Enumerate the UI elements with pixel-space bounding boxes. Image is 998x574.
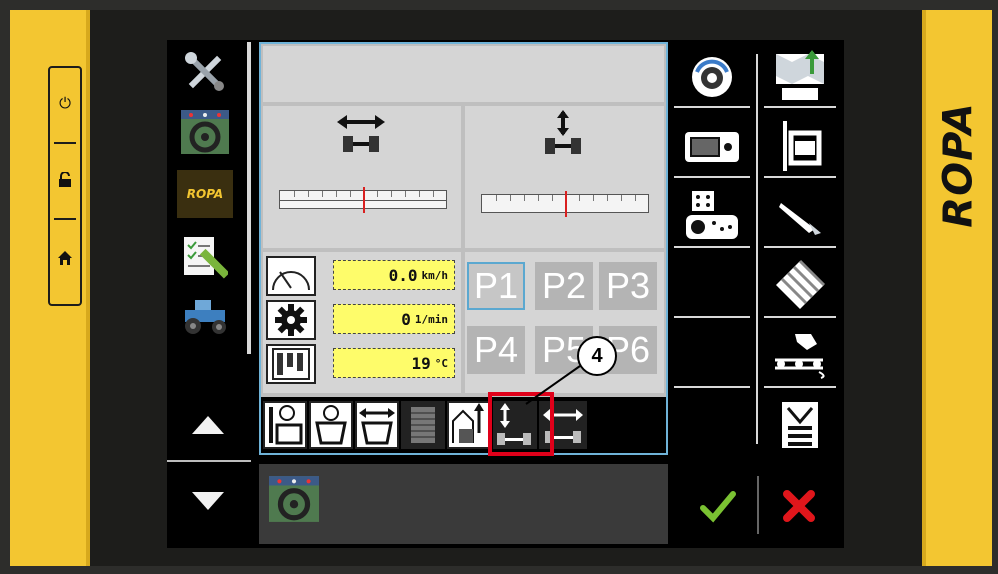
left-yellow-rail: ⏻ <box>10 10 90 566</box>
callout-number-badge: 4 <box>577 336 617 376</box>
confirm-button[interactable] <box>697 486 737 526</box>
settings-tools-icon <box>185 52 224 91</box>
menu-tractor[interactable] <box>177 290 233 342</box>
bunker-button[interactable] <box>760 392 840 458</box>
pattern-diamond-icon <box>776 259 826 309</box>
menu-ropa[interactable]: ROPA <box>177 168 233 220</box>
divider <box>54 142 76 144</box>
height-adjust-icon <box>545 110 581 154</box>
lateral-shift-icon <box>337 115 385 152</box>
grid-scale-icon[interactable] <box>401 401 445 449</box>
preset-p2-button[interactable]: P2 <box>535 262 593 310</box>
display-device-icon <box>685 132 739 162</box>
temperature-gauge-icon <box>266 344 316 384</box>
steering-wheel-icon <box>181 110 229 154</box>
cleaner-icon[interactable] <box>309 401 353 449</box>
lateral-shift-indicator[interactable] <box>263 106 461 248</box>
cross-icon <box>783 490 815 522</box>
divider <box>757 476 759 534</box>
map-navigation-icon <box>776 50 824 100</box>
knife-icon <box>779 203 821 235</box>
info-bar <box>259 464 668 544</box>
preset-p1-button[interactable]: P1 <box>467 262 525 310</box>
divider <box>54 218 76 220</box>
left-menu-divider <box>247 42 251 354</box>
checklist-icon <box>184 237 228 279</box>
display-screen: ROPA 0.0 km/h 0 1/min 19 °C P1 P2 P3 P4 … <box>167 40 844 548</box>
main-panel: 0.0 km/h 0 1/min 19 °C P1 P2 P3 P4 P5 P6 <box>259 42 668 455</box>
empty-slot <box>672 392 752 458</box>
unlock-icon <box>59 171 71 187</box>
preset-p3-button[interactable]: P3 <box>599 262 657 310</box>
right-menu <box>672 44 840 454</box>
up-arrow-icon[interactable] <box>192 416 224 434</box>
menu-steering[interactable] <box>177 106 233 158</box>
height-adjust-indicator[interactable] <box>465 106 664 248</box>
display-device-button[interactable] <box>672 114 752 180</box>
conveyor-icon <box>775 334 825 379</box>
power-icon: ⏻ <box>59 94 71 112</box>
hardware-button-panel: ⏻ <box>48 66 82 306</box>
pattern-diamond-button[interactable] <box>760 252 840 318</box>
gear-icon <box>266 300 316 340</box>
empty-slot <box>672 322 752 388</box>
speedometer-icon <box>266 256 316 296</box>
home-icon <box>58 251 72 265</box>
lateral-shift-marker <box>363 187 365 213</box>
control-panel-icon <box>686 191 738 239</box>
empty-slot <box>672 252 752 318</box>
brand-logo: ROPA <box>936 102 982 228</box>
down-arrow-icon[interactable] <box>192 492 224 510</box>
temperature-readout: 19 °C <box>333 348 455 378</box>
menu-settings[interactable] <box>177 46 233 98</box>
rear-loader-button[interactable] <box>760 114 840 180</box>
rotation-gear-button[interactable] <box>672 44 752 110</box>
width-adjust-icon[interactable] <box>355 401 399 449</box>
left-menu: ROPA <box>167 40 251 510</box>
check-icon <box>700 491 736 523</box>
readouts-panel: 0.0 km/h 0 1/min 19 °C <box>263 252 461 393</box>
preset-p4-button[interactable]: P4 <box>467 326 525 374</box>
power-button[interactable]: ⏻ <box>50 94 80 112</box>
home-button[interactable] <box>50 250 80 270</box>
map-navigation-button[interactable] <box>760 44 840 110</box>
steering-wheel-icon <box>269 476 319 522</box>
unlock-button[interactable] <box>50 171 80 192</box>
terminal-device: ⏻ ROPA ROPA 0.0 km/h 0 1/min 19 °C P1 P2… <box>0 0 998 574</box>
lift-arm-icon[interactable] <box>447 401 491 449</box>
header-title-bar <box>263 46 664 102</box>
ropa-logo-icon: ROPA <box>177 170 233 218</box>
divider <box>756 54 758 444</box>
bunker-icon <box>782 402 818 448</box>
menu-checklist[interactable] <box>177 230 233 282</box>
rpm-readout: 0 1/min <box>333 304 455 334</box>
conveyor-button[interactable] <box>760 322 840 388</box>
topper-adjust-icon[interactable] <box>263 401 307 449</box>
rear-loader-icon <box>783 121 822 171</box>
speed-readout: 0.0 km/h <box>333 260 455 290</box>
tractor-icon <box>185 300 226 334</box>
knife-button[interactable] <box>760 182 840 248</box>
height-adjust-marker <box>565 191 567 217</box>
height-adjust-scale <box>481 191 649 217</box>
control-panel-button[interactable] <box>672 182 752 248</box>
function-bar <box>261 397 666 453</box>
lateral-shift-scale <box>279 187 447 213</box>
cancel-button[interactable] <box>779 486 819 526</box>
rotation-gear-icon <box>692 57 732 97</box>
divider <box>167 460 251 462</box>
